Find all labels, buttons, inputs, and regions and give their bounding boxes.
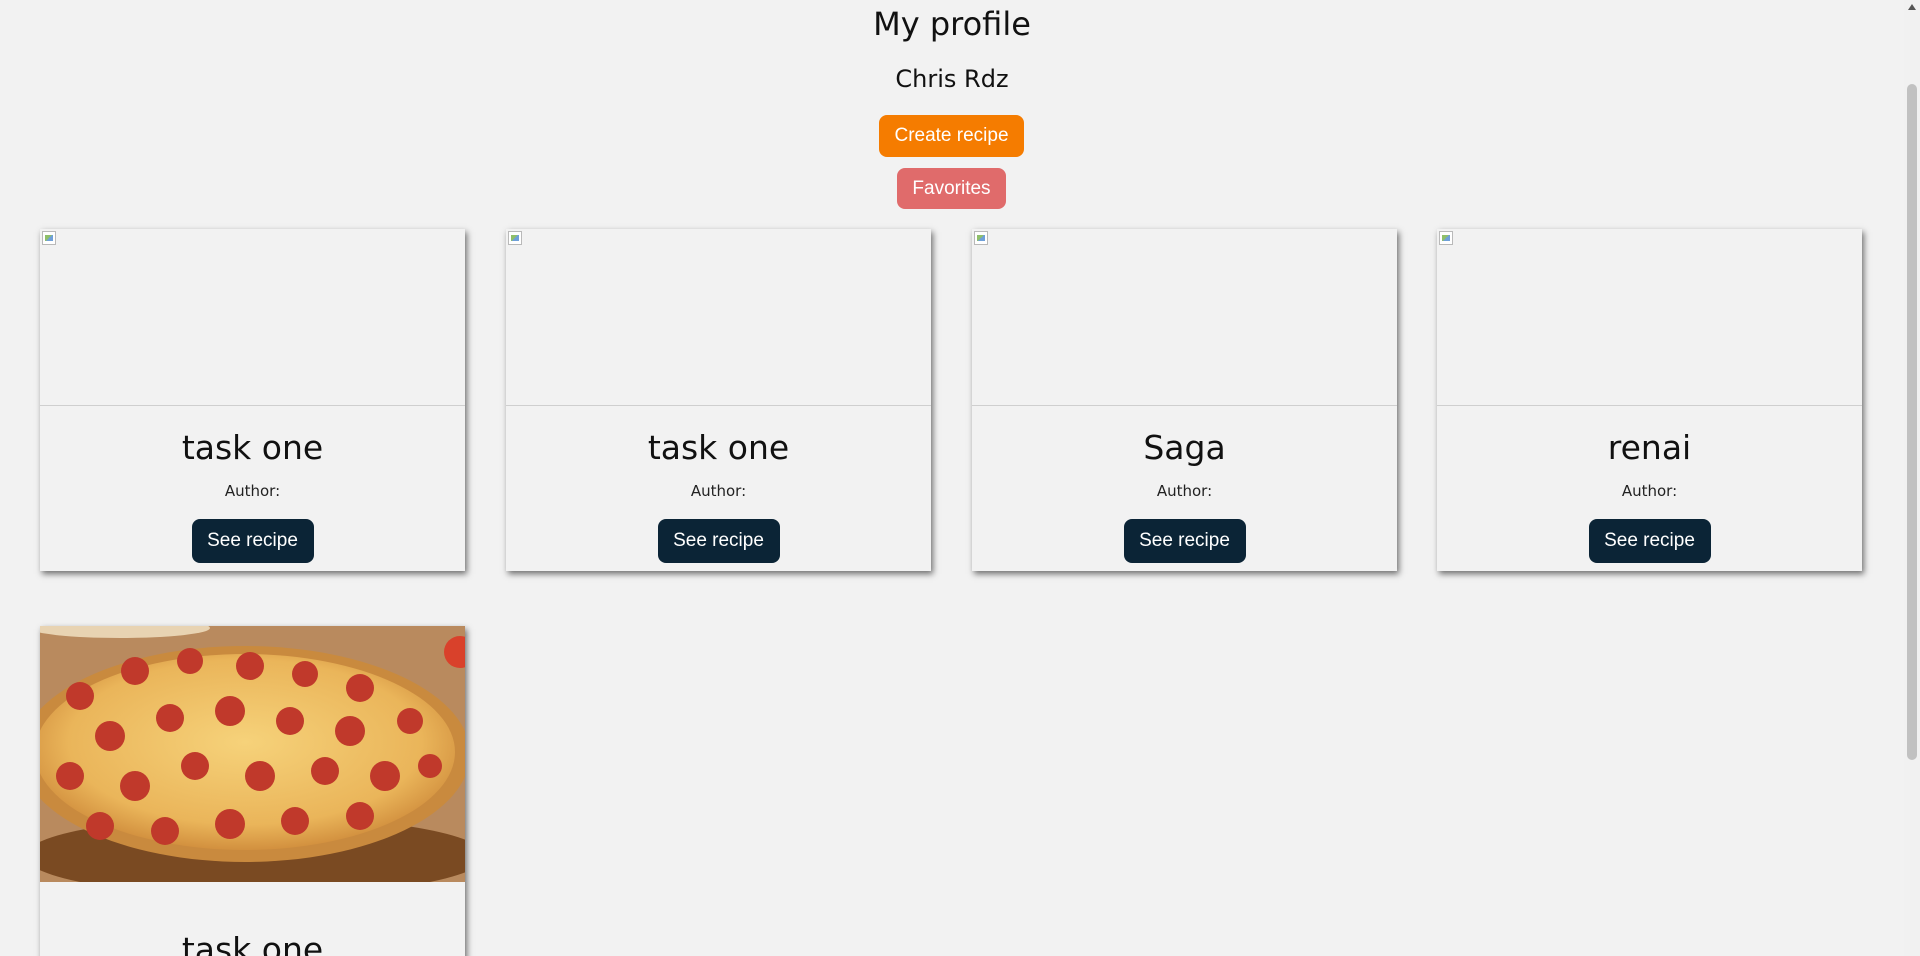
see-recipe-button[interactable]: See recipe bbox=[1588, 519, 1711, 563]
recipe-card: Saga Author: See recipe bbox=[972, 229, 1397, 571]
recipe-author: Author: bbox=[1621, 482, 1678, 500]
recipe-card: renai Author: See recipe bbox=[1437, 229, 1862, 571]
recipe-image bbox=[40, 229, 465, 406]
broken-image-icon bbox=[974, 231, 988, 245]
recipe-image bbox=[506, 229, 931, 406]
recipe-author: Author: bbox=[690, 482, 747, 500]
page-title: My profile bbox=[873, 5, 1031, 43]
recipe-card: task one bbox=[40, 626, 465, 956]
recipe-title: task one bbox=[647, 428, 790, 467]
recipe-title: renai bbox=[1607, 428, 1692, 467]
favorites-button[interactable]: Favorites bbox=[897, 168, 1006, 209]
recipe-image bbox=[972, 229, 1397, 406]
recipe-title: Saga bbox=[1143, 428, 1226, 467]
recipe-title: task one bbox=[181, 428, 324, 467]
profile-page: My profile Chris Rdz Create recipe Favor… bbox=[0, 0, 1904, 956]
broken-image-icon bbox=[508, 231, 522, 245]
broken-image-icon bbox=[1439, 231, 1453, 245]
recipe-image bbox=[1437, 229, 1862, 406]
see-recipe-button[interactable]: See recipe bbox=[191, 519, 314, 563]
see-recipe-button[interactable]: See recipe bbox=[657, 519, 780, 563]
create-recipe-button[interactable]: Create recipe bbox=[879, 115, 1024, 157]
recipe-card: task one Author: See recipe bbox=[40, 229, 465, 571]
user-name: Chris Rdz bbox=[895, 65, 1009, 93]
scroll-up-arrow-icon[interactable] bbox=[1908, 4, 1916, 10]
recipe-author: Author: bbox=[1156, 482, 1213, 500]
recipe-author: Author: bbox=[224, 482, 281, 500]
pizza-image bbox=[40, 626, 465, 882]
pizza-illustration bbox=[40, 626, 465, 882]
see-recipe-button[interactable]: See recipe bbox=[1123, 519, 1246, 563]
vertical-scrollbar[interactable] bbox=[1904, 0, 1920, 956]
recipe-title: task one bbox=[181, 930, 324, 956]
broken-image-icon bbox=[42, 231, 56, 245]
recipe-card: task one Author: See recipe bbox=[506, 229, 931, 571]
scrollbar-thumb[interactable] bbox=[1907, 84, 1917, 760]
